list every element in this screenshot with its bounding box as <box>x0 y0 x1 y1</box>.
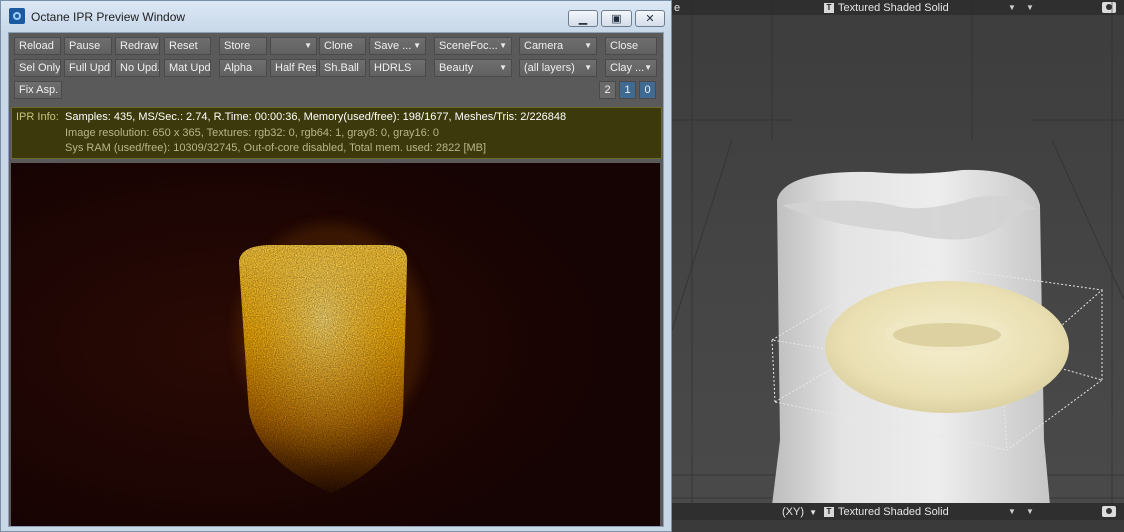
mat-update-button[interactable]: Mat Upd <box>164 59 211 77</box>
viewport-bottom-bar: (XY) ▼ T Textured Shaded Solid ▼ ▼ <box>672 503 1124 520</box>
clone-button[interactable]: Clone <box>319 37 366 55</box>
sel-only-button[interactable]: Sel Only <box>14 59 61 77</box>
camera-dropdown[interactable]: Camera <box>519 37 597 55</box>
pause-button[interactable]: Pause <box>64 37 112 55</box>
clay-mode-dropdown[interactable]: Clay ... <box>605 59 657 77</box>
chevron-down-icon[interactable]: ▼ <box>1008 507 1016 516</box>
layers-dropdown[interactable]: (all layers) <box>519 59 597 77</box>
view-projection-label: (XY) <box>782 505 804 518</box>
hdrls-button[interactable]: HDRLS <box>369 59 426 77</box>
ipr-info-stats: Samples: 435, MS/Sec.: 2.74, R.Time: 00:… <box>65 111 567 123</box>
texture-mode-icon: T <box>824 506 834 517</box>
scene-focus-dropdown[interactable]: SceneFoc... <box>434 37 512 55</box>
ipr-info-memory: Sys RAM (used/free): 10309/32745, Out-of… <box>65 142 487 154</box>
viewport-scene <box>672 0 1124 520</box>
minimize-button[interactable]: ▁ <box>568 10 598 27</box>
render-pass-dropdown[interactable]: Beauty <box>434 59 512 77</box>
camera-icon[interactable] <box>1102 506 1116 520</box>
title-bar[interactable]: Octane IPR Preview Window ▁ ▣ ✕ <box>1 1 671 31</box>
view-projection-dropdown[interactable]: (XY) ▼ <box>782 506 817 518</box>
ipr-info-resolution: Image resolution: 650 x 365, Textures: r… <box>65 127 440 139</box>
viewport-bottom-mode-label: Textured Shaded Solid <box>838 505 949 518</box>
maximize-button[interactable]: ▣ <box>601 10 632 27</box>
redraw-button[interactable]: Redraw <box>115 37 160 55</box>
ipr-preview-window: Octane IPR Preview Window ▁ ▣ ✕ Reload P… <box>0 0 672 532</box>
chevron-down-icon: ▼ <box>809 507 817 517</box>
rendered-image <box>11 163 660 526</box>
fix-aspect-button[interactable]: Fix Asp. <box>14 81 62 99</box>
half-res-button[interactable]: Half Res <box>270 59 317 77</box>
store-button[interactable]: Store <box>219 37 267 55</box>
shader-ball-button[interactable]: Sh.Ball <box>319 59 366 77</box>
counter-box-1[interactable]: 1 <box>619 81 636 99</box>
viewport-footer-strip <box>672 520 1124 532</box>
counter-box-0[interactable]: 0 <box>639 81 656 99</box>
alpha-button[interactable]: Alpha <box>219 59 267 77</box>
store-slot-dropdown[interactable] <box>270 37 317 55</box>
window-title: Octane IPR Preview Window <box>31 10 186 24</box>
save-dropdown[interactable]: Save ... <box>369 37 426 55</box>
viewport-bottom-mode-dropdown[interactable]: T Textured Shaded Solid <box>824 506 949 518</box>
render-preview[interactable] <box>11 163 660 526</box>
no-update-button[interactable]: No Upd. <box>115 59 160 77</box>
close-button[interactable]: Close <box>605 37 657 55</box>
ipr-info-label: IPR Info: <box>16 111 59 123</box>
reload-button[interactable]: Reload <box>14 37 61 55</box>
full-update-button[interactable]: Full Upd. <box>64 59 112 77</box>
counter-box-2[interactable]: 2 <box>599 81 616 99</box>
octane-app-icon <box>9 8 25 24</box>
close-window-button[interactable]: ✕ <box>635 10 665 27</box>
viewport-3d[interactable]: e T Textured Shaded Solid ▼ ▼ (XY) ▼ T T… <box>672 0 1124 532</box>
ipr-info-panel: IPR Info: Samples: 435, MS/Sec.: 2.74, R… <box>11 107 662 159</box>
reset-button[interactable]: Reset <box>164 37 211 55</box>
chevron-down-icon[interactable]: ▼ <box>1026 507 1034 516</box>
